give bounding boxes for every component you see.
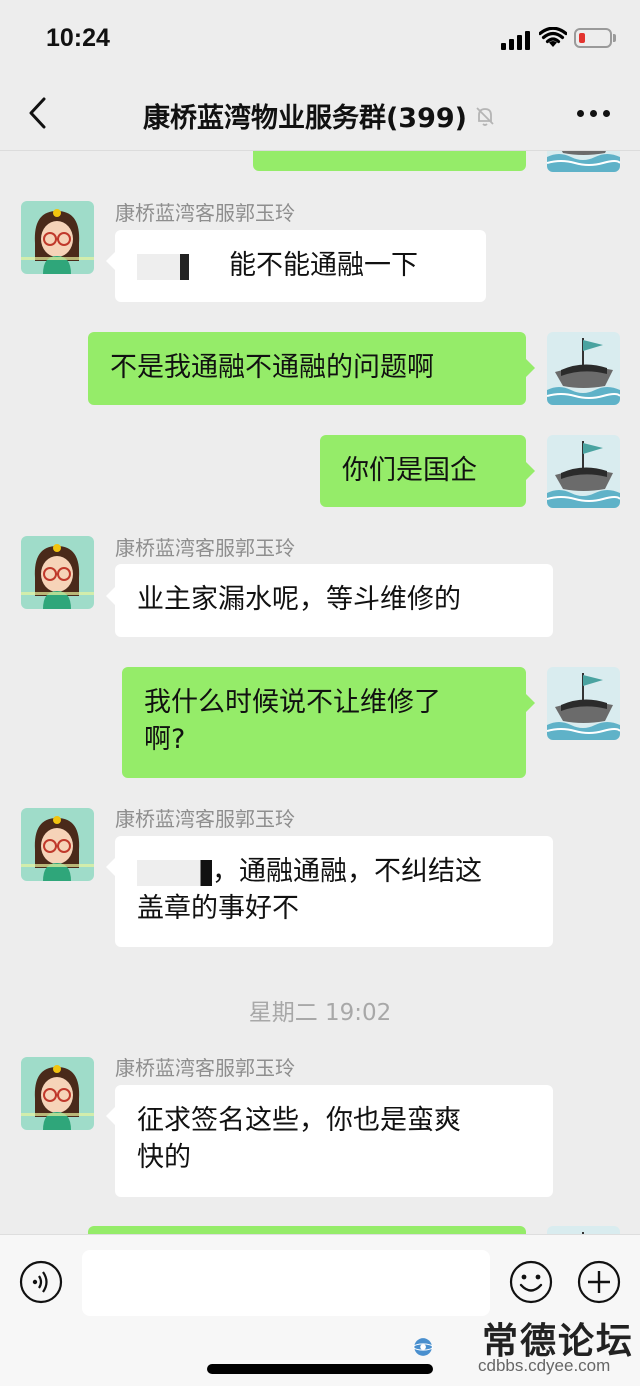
status-bar: 10:24: [0, 0, 640, 78]
message-text: 你们是国企: [342, 455, 477, 486]
my-avatar[interactable]: [547, 1226, 620, 1234]
chat-title: 康桥蓝湾物业服务群(399): [142, 103, 468, 134]
message-text: 不是我通融不通融的问题啊: [110, 352, 434, 383]
bubble-tail: [106, 587, 115, 605]
message-bubble[interactable]: 能不能通融一下: [115, 230, 486, 302]
sender-name: 康桥蓝湾客服郭玉玲: [115, 201, 295, 225]
timestamp: 星期二 19:02: [248, 1000, 392, 1026]
message-input[interactable]: [82, 1250, 490, 1316]
bell-slash-icon: [476, 106, 494, 126]
message-bubble[interactable]: 不是我通融不通融的问题啊: [88, 332, 526, 405]
redacted-text: [137, 253, 209, 280]
my-avatar[interactable]: [547, 435, 620, 508]
redacted-text: [137, 859, 212, 886]
bubble-tail: [106, 858, 115, 876]
agent-avatar[interactable]: [21, 536, 94, 609]
message-bubble[interactable]: ，通融通融，不纠结这 盖章的事好不: [115, 836, 553, 947]
bubble-tail: [526, 462, 535, 480]
voice-icon[interactable]: [19, 1260, 63, 1304]
wifi-icon: [539, 27, 567, 47]
my-avatar[interactable]: [547, 151, 620, 172]
emoji-icon[interactable]: [509, 1260, 553, 1304]
bubble-tail: [526, 694, 535, 712]
message-text-line-1: 征求签名这些，你也是蛮爽: [137, 1105, 461, 1136]
message-bubble[interactable]: 你们是国企: [320, 435, 526, 507]
battery-tip: [613, 34, 616, 42]
bubble-tail: [106, 1107, 115, 1125]
message-text-line-1: 我什么时候说不让维修了: [144, 687, 441, 718]
sender-name: 康桥蓝湾客服郭玉玲: [115, 807, 295, 831]
bubble-tail: [526, 359, 535, 377]
message-text: 业主家漏水呢，等斗维修的: [137, 584, 461, 615]
message-bubble[interactable]: 业主家漏水呢，等斗维修的: [115, 564, 553, 637]
signal-icon: [501, 30, 533, 50]
my-avatar[interactable]: [547, 667, 620, 740]
message-bubble[interactable]: 我什么时候说不让维修了 啊?: [122, 667, 526, 778]
plus-circle-icon[interactable]: [577, 1260, 621, 1304]
message-text-line-2: 盖章的事好不: [137, 893, 299, 924]
message-bubble[interactable]: 征求签名这些，你也是蛮爽 快的: [115, 1085, 553, 1197]
message-text-line-2: 啊?: [144, 724, 186, 755]
chat-header: 康桥蓝湾物业服务群(399): [0, 78, 640, 151]
sender-name: 康桥蓝湾客服郭玉玲: [115, 536, 295, 560]
my-avatar[interactable]: [547, 332, 620, 405]
more-dots-icon[interactable]: [577, 108, 611, 118]
status-time: 10:24: [46, 24, 110, 52]
message-list: 康桥蓝湾客服郭玉玲 能不能通融一下 不是我通融不通融的问题啊 你们是国企 康桥蓝…: [0, 151, 640, 1234]
agent-avatar[interactable]: [21, 1057, 94, 1130]
home-indicator[interactable]: [207, 1364, 433, 1374]
message-bubble-partial[interactable]: [253, 151, 526, 171]
message-text: 能不能通融一下: [229, 250, 418, 281]
watermark-url: cdbbs.cdyee.com: [478, 1356, 611, 1375]
battery-icon: [574, 28, 612, 48]
agent-avatar[interactable]: [21, 201, 94, 274]
sender-name: 康桥蓝湾客服郭玉玲: [115, 1056, 295, 1080]
message-text-line-1: ，通融通融，不纠结这: [212, 856, 482, 887]
agent-avatar[interactable]: [21, 808, 94, 881]
message-bubble-partial[interactable]: [88, 1226, 526, 1234]
message-text-line-2: 快的: [137, 1142, 191, 1173]
bubble-tail: [106, 252, 115, 270]
